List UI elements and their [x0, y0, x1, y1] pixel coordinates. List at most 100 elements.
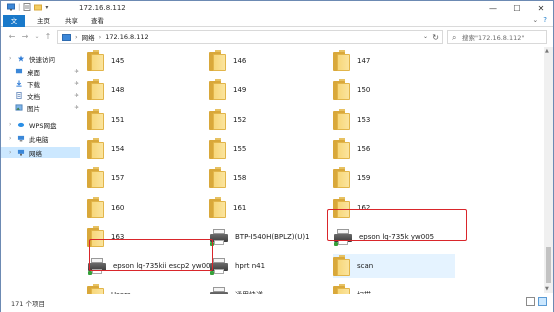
chevron-down-icon[interactable]: › — [9, 55, 13, 62]
folder-item[interactable]: 148 — [87, 78, 124, 102]
folder-item[interactable]: 145 — [87, 49, 124, 73]
folder-icon — [209, 137, 227, 160]
folder-item[interactable]: 156 — [333, 137, 370, 161]
item-label: BTP-I540H(BPLZ)(U)1 — [235, 232, 310, 241]
forward-button[interactable]: → — [20, 31, 30, 43]
breadcrumb-separator-icon: › — [98, 33, 102, 41]
chevron-right-icon[interactable]: › — [9, 135, 13, 142]
tab-home[interactable]: 主页 — [31, 15, 56, 27]
item-label: 157 — [111, 174, 125, 183]
folder-icon — [333, 137, 351, 160]
refresh-icon[interactable]: ↻ — [432, 33, 439, 42]
scrollbar-thumb[interactable] — [546, 247, 551, 283]
item-label: 154 — [111, 144, 125, 153]
item-label: 155 — [233, 144, 247, 153]
view-toggle — [526, 297, 547, 306]
nav-documents[interactable]: 文档 ✈ — [15, 90, 81, 101]
folder-item[interactable]: 149 — [209, 78, 246, 102]
folder-item[interactable]: 152 — [209, 108, 246, 132]
nav-label: 下载 — [27, 80, 40, 89]
printer-item[interactable]: hprt n41 — [209, 254, 265, 278]
folder-item[interactable]: 160 — [87, 196, 124, 220]
separator: | — [18, 3, 21, 11]
folder-item[interactable]: 161 — [209, 196, 246, 220]
recent-locations-icon[interactable]: ⌄ — [32, 31, 42, 43]
network-icon — [17, 149, 25, 156]
item-label: 159 — [357, 174, 371, 183]
nav-label: 此电脑 — [29, 135, 49, 144]
window-title: 172.16.8.112 — [79, 4, 126, 12]
nav-wps-cloud[interactable]: › WPS网盘 — [9, 119, 56, 130]
item-count: 171 个项目 — [11, 300, 45, 308]
breadcrumb-host[interactable]: 172.16.8.112 — [105, 33, 148, 41]
vertical-scrollbar[interactable]: ▲ ▼ — [544, 47, 553, 293]
item-label: 149 — [233, 86, 247, 95]
back-button[interactable]: ← — [7, 31, 17, 43]
folder-item[interactable]: 154 — [87, 137, 124, 161]
folder-item[interactable]: scan — [333, 254, 455, 279]
expand-ribbon-icon[interactable]: ⌄ — [532, 16, 538, 24]
item-label: 161 — [233, 203, 247, 212]
minimize-button[interactable]: — — [481, 1, 505, 15]
folder-item[interactable]: 155 — [209, 137, 246, 161]
folder-item[interactable]: 159 — [333, 166, 370, 190]
breadcrumb-network[interactable]: 网络 — [82, 32, 95, 42]
nav-label: 文档 — [27, 92, 40, 101]
explorer-window: | ▾ 172.16.8.112 — ☐ ✕ 文件 主页 共享 查看 ⌄ ? ←… — [0, 0, 554, 312]
search-input[interactable]: ⌕ 搜索"172.16.8.112" — [447, 30, 547, 44]
pictures-icon — [15, 104, 23, 111]
highlight-box — [327, 209, 467, 241]
chevron-right-icon[interactable]: › — [9, 149, 13, 156]
nav-downloads[interactable]: 下载 ✈ — [15, 78, 81, 89]
tab-share[interactable]: 共享 — [59, 15, 84, 27]
folder-item[interactable]: 147 — [333, 49, 370, 73]
chevron-right-icon[interactable]: › — [9, 121, 13, 128]
address-dropdown-icon[interactable]: ⌄ — [423, 33, 428, 40]
folder-item[interactable]: 158 — [209, 166, 246, 190]
folder-item[interactable]: 146 — [209, 49, 246, 73]
tab-view[interactable]: 查看 — [85, 15, 110, 27]
nav-label: 图片 — [27, 104, 40, 113]
folder-item[interactable]: 151 — [87, 108, 124, 132]
folder-icon — [209, 196, 227, 219]
nav-pictures[interactable]: 图片 ✈ — [15, 102, 81, 113]
scroll-up-icon[interactable]: ▲ — [545, 48, 549, 54]
properties-icon[interactable] — [23, 3, 31, 11]
network-icon — [7, 3, 15, 11]
address-bar[interactable]: › 网络 › 172.16.8.112 ⌄ ↻ — [57, 30, 443, 44]
maximize-button[interactable]: ☐ — [505, 1, 529, 15]
folder-item[interactable]: 153 — [333, 108, 370, 132]
close-button[interactable]: ✕ — [529, 1, 553, 15]
item-label: 147 — [357, 57, 371, 65]
help-icon[interactable]: ? — [543, 16, 547, 24]
folder-icon — [87, 79, 105, 101]
folder-item[interactable]: 157 — [87, 166, 124, 190]
new-folder-icon[interactable] — [34, 3, 43, 11]
folder-icon — [333, 50, 351, 72]
printer-item[interactable]: BTP-I540H(BPLZ)(U)1 — [209, 225, 310, 249]
pin-icon: ✈ — [74, 104, 79, 111]
item-label: 158 — [233, 174, 247, 183]
folder-icon — [87, 50, 105, 72]
nav-this-pc[interactable]: › 此电脑 — [9, 133, 49, 144]
folder-icon — [87, 108, 105, 131]
scroll-down-icon[interactable]: ▼ — [545, 286, 549, 292]
item-label: 145 — [111, 57, 125, 65]
nav-desktop[interactable]: 桌面 ✈ — [15, 66, 81, 77]
nav-quick-access[interactable]: › 快速访问 — [9, 53, 55, 64]
large-icons-view-icon[interactable] — [538, 297, 547, 306]
item-label: 160 — [111, 203, 125, 212]
folder-icon — [333, 79, 351, 101]
folder-item[interactable]: 150 — [333, 78, 370, 102]
search-placeholder: 搜索"172.16.8.112" — [462, 34, 525, 42]
nav-network[interactable]: › 网络 — [1, 147, 80, 158]
up-button[interactable]: ↑ — [43, 31, 53, 43]
item-label: scan — [357, 262, 374, 271]
ribbon-right-controls: ⌄ ? — [532, 16, 547, 24]
title-bar: | ▾ 172.16.8.112 — ☐ ✕ — [1, 1, 553, 15]
tab-file[interactable]: 文件 — [3, 15, 25, 37]
details-view-icon[interactable] — [526, 297, 535, 306]
highlight-box — [89, 239, 213, 271]
folder-icon — [333, 108, 351, 131]
qat-dropdown-icon[interactable]: ▾ — [45, 4, 48, 11]
